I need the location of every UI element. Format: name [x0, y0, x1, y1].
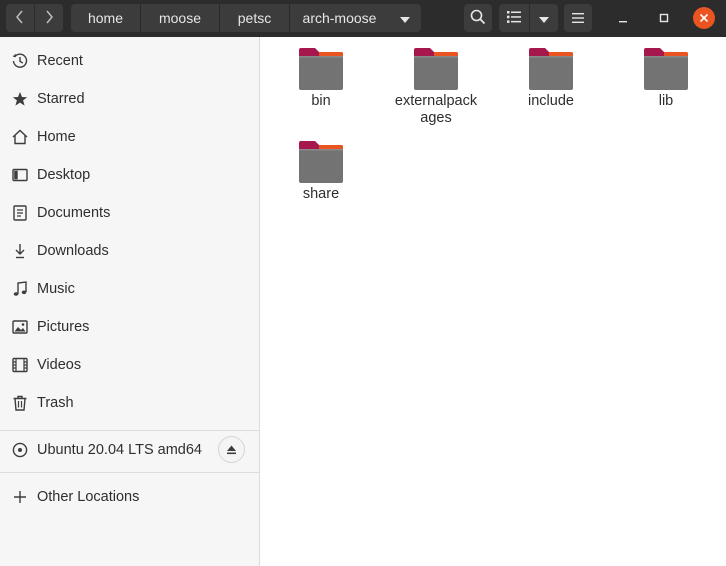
- folder-icon: [644, 48, 688, 90]
- folder-item[interactable]: lib: [616, 47, 716, 110]
- folder-item[interactable]: externalpackages: [386, 47, 486, 127]
- sidebar-item-label: Recent: [37, 53, 83, 69]
- sidebar: Recent Starred Home Desktop Documents Do…: [0, 37, 260, 566]
- hamburger-menu-icon: [572, 10, 584, 26]
- path-bar: home moose petsc arch-moose: [71, 4, 421, 32]
- disc-icon: [12, 442, 28, 458]
- sidebar-separator: [0, 472, 260, 473]
- sidebar-item-documents[interactable]: Documents: [0, 194, 260, 232]
- sidebar-item-label: Videos: [37, 357, 82, 373]
- triangle-down-icon: [400, 10, 410, 26]
- film-icon: [12, 357, 28, 373]
- folder-item[interactable]: include: [501, 47, 601, 110]
- sidebar-item-pictures[interactable]: Pictures: [0, 308, 260, 346]
- sidebar-item-home[interactable]: Home: [0, 118, 260, 156]
- sidebar-item-device[interactable]: Ubuntu 20.04 LTS amd64: [0, 431, 260, 469]
- sidebar-item-label: Music: [37, 281, 75, 297]
- minimize-icon: [618, 10, 628, 26]
- folder-item[interactable]: bin: [271, 47, 371, 110]
- chevron-right-icon: [44, 10, 54, 27]
- folder-name: externalpackages: [394, 93, 478, 126]
- sidebar-item-label: Starred: [37, 91, 85, 107]
- breadcrumb-petsc[interactable]: petsc: [220, 4, 290, 32]
- sidebar-item-trash[interactable]: Trash: [0, 384, 260, 422]
- sidebar-item-label: Other Locations: [37, 489, 140, 505]
- document-icon: [12, 205, 28, 221]
- sidebar-item-label: Downloads: [37, 243, 109, 259]
- folder-item[interactable]: share: [271, 140, 371, 203]
- music-icon: [12, 281, 28, 297]
- desktop-icon: [12, 167, 28, 183]
- sidebar-item-downloads[interactable]: Downloads: [0, 232, 260, 270]
- sidebar-item-label: Documents: [37, 205, 111, 221]
- header-bar: home moose petsc arch-moose: [0, 0, 726, 37]
- folder-icon: [529, 48, 573, 90]
- list-view-icon: [507, 10, 521, 26]
- sidebar-item-videos[interactable]: Videos: [0, 346, 260, 384]
- sidebar-item-label: Trash: [37, 395, 74, 411]
- path-menu-button[interactable]: [389, 4, 421, 32]
- maximize-icon: [659, 10, 669, 26]
- view-options-button[interactable]: [530, 4, 558, 32]
- view-toggle-button[interactable]: [499, 4, 529, 32]
- breadcrumb-arch-moose[interactable]: arch-moose: [290, 4, 389, 32]
- picture-icon: [12, 319, 28, 335]
- search-button[interactable]: [464, 4, 492, 32]
- triangle-down-icon: [539, 10, 549, 26]
- breadcrumb-home[interactable]: home: [71, 4, 141, 32]
- folder-icon: [299, 48, 343, 90]
- sidebar-item-recent[interactable]: Recent: [0, 42, 260, 80]
- search-icon: [470, 9, 486, 28]
- folder-name: include: [528, 93, 574, 109]
- close-icon: [699, 10, 709, 26]
- eject-icon: [226, 442, 237, 458]
- minimize-button[interactable]: [613, 8, 633, 28]
- sidebar-item-desktop[interactable]: Desktop: [0, 156, 260, 194]
- sidebar-item-label: Home: [37, 129, 76, 145]
- plus-icon: [12, 489, 28, 505]
- back-button[interactable]: [6, 4, 34, 32]
- forward-button[interactable]: [35, 4, 63, 32]
- download-icon: [12, 243, 28, 259]
- breadcrumb-moose[interactable]: moose: [141, 4, 220, 32]
- maximize-button[interactable]: [654, 8, 674, 28]
- sidebar-item-label: Pictures: [37, 319, 90, 335]
- star-icon: [12, 91, 28, 107]
- sidebar-item-other-locations[interactable]: Other Locations: [0, 478, 260, 516]
- folder-name: share: [302, 186, 340, 202]
- trash-icon: [12, 395, 28, 411]
- sidebar-item-music[interactable]: Music: [0, 270, 260, 308]
- folder-icon: [299, 141, 343, 183]
- sidebar-item-label: Desktop: [37, 167, 91, 183]
- file-view: bin externalpackages include lib share: [261, 37, 726, 566]
- folder-name: bin: [311, 93, 331, 109]
- close-button[interactable]: [693, 7, 715, 29]
- sidebar-item-starred[interactable]: Starred: [0, 80, 260, 118]
- clock-icon: [12, 53, 28, 69]
- folder-name: lib: [658, 93, 674, 109]
- chevron-left-icon: [15, 10, 25, 27]
- eject-button[interactable]: [218, 436, 245, 463]
- folder-icon: [414, 48, 458, 90]
- home-icon: [12, 129, 28, 145]
- sidebar-item-label: Ubuntu 20.04 LTS amd64: [37, 442, 202, 458]
- main-menu-button[interactable]: [564, 4, 592, 32]
